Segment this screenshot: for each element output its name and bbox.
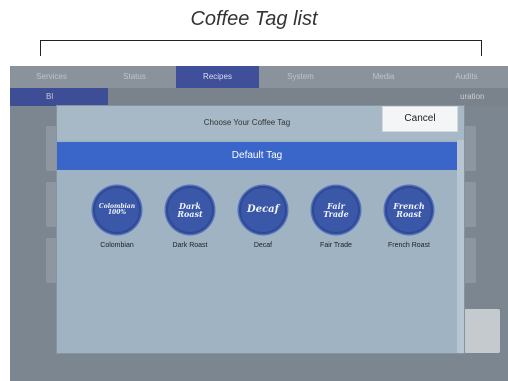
tag-label: Dark Roast (172, 242, 208, 249)
default-tag-header: Default Tag (57, 142, 457, 170)
french-roast-badge-icon: French Roast (385, 186, 433, 234)
app-screen: Services Status Recipes System Media Aud… (10, 66, 508, 381)
tab-audits[interactable]: Audits (425, 66, 508, 88)
caption-bracket (40, 40, 482, 56)
dialog-scrollbar[interactable] (457, 140, 464, 353)
figure-caption: Coffee Tag list (190, 8, 318, 30)
tag-label: Colombian (100, 242, 134, 249)
tab-services[interactable]: Services (10, 66, 93, 88)
background-tile (464, 238, 476, 283)
tag-decaf[interactable]: Decaf Decaf (233, 178, 293, 298)
sub-navigation: Bl uration (10, 88, 508, 106)
background-tile (464, 126, 476, 171)
tag-colombian[interactable]: Colombian 100% Colombian (87, 178, 147, 298)
dialog-title: Choose Your Coffee Tag (203, 118, 291, 127)
top-navigation: Services Status Recipes System Media Aud… (10, 66, 508, 88)
cancel-button[interactable]: Cancel (382, 106, 458, 132)
tag-grid: Colombian 100% Colombian Dark Roast Dark R… (87, 178, 437, 298)
tag-label: Decaf (253, 242, 273, 249)
coffee-tag-dialog: Choose Your Coffee Tag Cancel Default Ta… (57, 106, 464, 353)
subtab-blends[interactable]: Bl (10, 88, 108, 106)
background-button (464, 309, 500, 353)
tab-status[interactable]: Status (93, 66, 176, 88)
colombian-badge-icon: Colombian 100% (93, 186, 141, 234)
tab-media[interactable]: Media (342, 66, 425, 88)
tab-recipes[interactable]: Recipes (176, 66, 259, 88)
annotated-figure: Coffee Tag list Services Status Recipes … (0, 0, 508, 381)
dark-roast-badge-icon: Dark Roast (166, 186, 214, 234)
decaf-badge-icon: Decaf (239, 186, 287, 234)
tag-french-roast[interactable]: French Roast French Roast (379, 178, 439, 298)
dialog-header: Choose Your Coffee Tag Cancel (57, 106, 464, 140)
tag-fair-trade[interactable]: Fair Trade Fair Trade (306, 178, 366, 298)
tab-system[interactable]: System (259, 66, 342, 88)
background-tile (464, 182, 476, 227)
fair-trade-badge-icon: Fair Trade (312, 186, 360, 234)
tag-label: Fair Trade (320, 242, 352, 249)
tag-label: French Roast (387, 242, 431, 249)
subtab-configuration[interactable]: uration (460, 88, 508, 106)
tag-dark-roast[interactable]: Dark Roast Dark Roast (160, 178, 220, 298)
